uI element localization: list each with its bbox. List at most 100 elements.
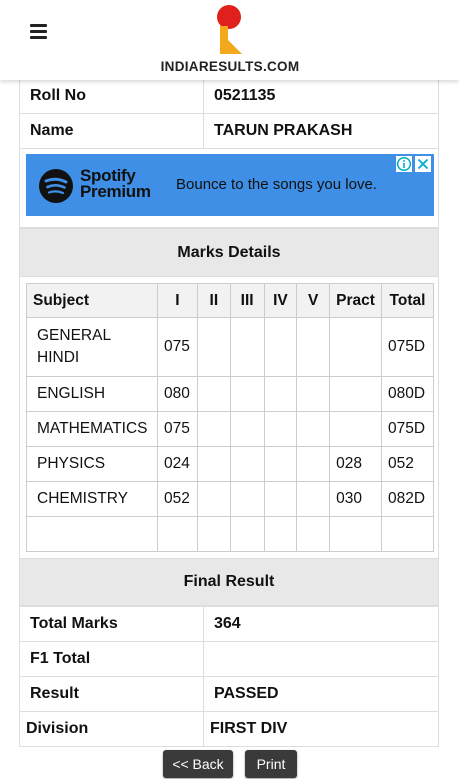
marks-cell [229, 411, 265, 447]
table-row: GENERAL HINDI 075 075D [26, 317, 435, 377]
subject-cell [26, 516, 158, 552]
marks-cell [263, 516, 298, 552]
total-cell: 075D [380, 317, 435, 377]
marks-cell [296, 516, 331, 552]
total-marks-label: Total Marks [19, 606, 204, 642]
table-row: PHYSICS 024 028 052 [26, 446, 435, 482]
marks-cell: 028 [329, 446, 382, 482]
marks-cell [296, 481, 331, 517]
marks-cell [196, 516, 231, 552]
marks-cell: 024 [156, 446, 198, 482]
marks-cell [296, 317, 331, 377]
marks-details-heading: Marks Details [19, 228, 439, 277]
column-header-subject: Subject [26, 283, 158, 318]
marks-cell [196, 446, 231, 482]
marks-cell [229, 516, 265, 552]
ad-container: Spotify Premium Bounce to the songs you … [19, 149, 439, 228]
spotify-ad-banner[interactable]: Spotify Premium Bounce to the songs you … [26, 154, 434, 216]
result-content: Roll No 0521135 Name TARUN PRAKASH Spoti… [19, 78, 439, 747]
marks-cell [329, 376, 382, 412]
table-row: Division FIRST DIV [19, 711, 439, 747]
column-header-ii: II [196, 283, 231, 318]
ad-brand-line2: Premium [80, 182, 151, 201]
total-cell: 052 [380, 446, 435, 482]
marks-header-row: Subject I II III IV V Pract Total [26, 283, 435, 318]
marks-cell [229, 446, 265, 482]
print-button[interactable]: Print [245, 750, 297, 778]
marks-cell [263, 446, 298, 482]
result-label: Result [19, 676, 204, 712]
indiaresults-logo[interactable]: INDIARESULTS.COM [160, 4, 300, 76]
total-cell: 080D [380, 376, 435, 412]
marks-cell: 030 [329, 481, 382, 517]
ad-tagline: Bounce to the songs you love. [176, 176, 377, 193]
marks-table: Subject I II III IV V Pract Total GENERA… [26, 283, 435, 552]
marks-cell [196, 317, 231, 377]
marks-cell [156, 516, 198, 552]
site-header: INDIARESULTS.COM [0, 0, 459, 80]
division-value: FIRST DIV [203, 711, 439, 747]
marks-cell [296, 446, 331, 482]
marks-cell [229, 481, 265, 517]
table-row: Result PASSED [19, 676, 439, 712]
marks-cell [229, 376, 265, 412]
marks-table-container: Subject I II III IV V Pract Total GENERA… [19, 277, 439, 559]
marks-cell [263, 317, 298, 377]
marks-cell [329, 516, 382, 552]
marks-cell [263, 411, 298, 447]
table-row: Total Marks 364 [19, 606, 439, 642]
marks-cell [263, 481, 298, 517]
roll-no-value: 0521135 [203, 78, 439, 114]
name-label: Name [19, 113, 204, 149]
name-value: TARUN PRAKASH [203, 113, 439, 149]
result-value: PASSED [203, 676, 439, 712]
column-header-i: I [156, 283, 198, 318]
close-icon[interactable] [415, 156, 431, 172]
subject-cell: GENERAL HINDI [26, 317, 158, 377]
back-button[interactable]: << Back [163, 750, 233, 778]
marks-cell: 052 [156, 481, 198, 517]
table-row: MATHEMATICS 075 075D [26, 411, 435, 447]
hamburger-menu-icon[interactable] [30, 24, 47, 39]
subject-cell: MATHEMATICS [26, 411, 158, 447]
total-marks-value: 364 [203, 606, 439, 642]
total-cell [380, 516, 435, 552]
info-icon[interactable] [396, 156, 412, 172]
marks-cell [229, 317, 265, 377]
marks-cell: 080 [156, 376, 198, 412]
column-header-iv: IV [263, 283, 298, 318]
table-row: CHEMISTRY 052 030 082D [26, 481, 435, 517]
subject-cell: CHEMISTRY [26, 481, 158, 517]
column-header-iii: III [229, 283, 265, 318]
table-row: F1 Total [19, 641, 439, 677]
marks-cell [196, 411, 231, 447]
f1-total-value [203, 641, 439, 677]
marks-cell [296, 376, 331, 412]
action-buttons: << Back Print [0, 750, 459, 778]
roll-no-label: Roll No [19, 78, 204, 114]
marks-cell [196, 376, 231, 412]
subject-cell: PHYSICS [26, 446, 158, 482]
f1-total-label: F1 Total [19, 641, 204, 677]
column-header-total: Total [380, 283, 435, 318]
table-row: Roll No 0521135 [19, 78, 439, 114]
column-header-v: V [296, 283, 331, 318]
marks-cell [263, 376, 298, 412]
table-row: ENGLISH 080 080D [26, 376, 435, 412]
spotify-logo-icon [39, 169, 73, 203]
marks-cell [296, 411, 331, 447]
subject-cell: ENGLISH [26, 376, 158, 412]
logo-mark-icon [217, 5, 242, 54]
final-result-heading: Final Result [19, 559, 439, 606]
table-row [26, 516, 435, 552]
logo-text: INDIARESULTS.COM [160, 59, 300, 74]
table-row: Name TARUN PRAKASH [19, 113, 439, 149]
final-result-table: Total Marks 364 F1 Total Result PASSED D… [19, 606, 439, 747]
marks-cell [196, 481, 231, 517]
marks-cell [329, 317, 382, 377]
marks-cell: 075 [156, 411, 198, 447]
student-info-table: Roll No 0521135 Name TARUN PRAKASH [19, 78, 439, 149]
total-cell: 082D [380, 481, 435, 517]
marks-cell [329, 411, 382, 447]
marks-cell: 075 [156, 317, 198, 377]
